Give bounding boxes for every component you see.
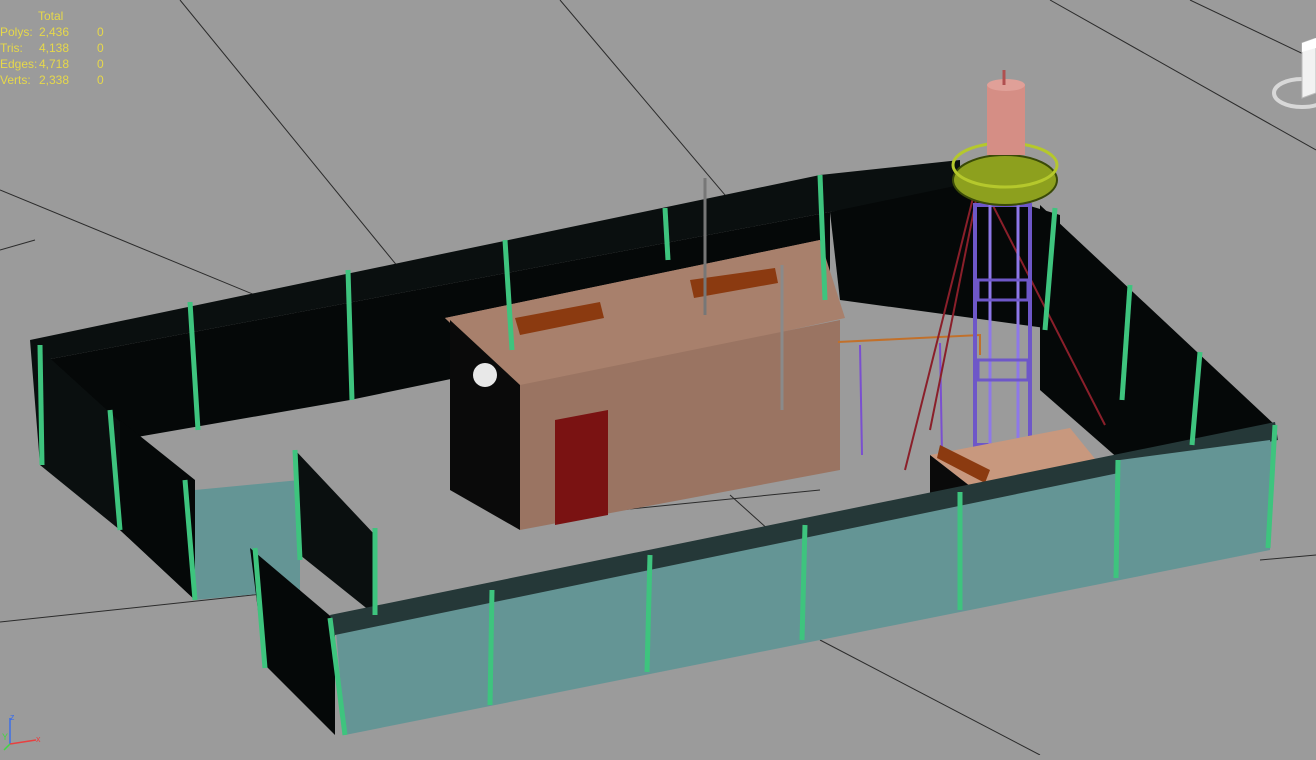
axis-y-line [3, 743, 11, 751]
scene-canvas[interactable] [0, 0, 1316, 756]
stats-row-polys: Polys: 2,436 0 [0, 24, 107, 40]
stats-total: 4,138 [39, 41, 70, 55]
stats-label: Edges: [0, 57, 38, 71]
axis-x-label: x [36, 734, 41, 744]
axis-z-label: z [10, 712, 15, 722]
stats-selected: 0 [97, 25, 104, 39]
stats-row-edges: Edges: 4,718 0 [0, 56, 107, 72]
tower-tank [987, 85, 1025, 155]
viewcube[interactable] [1272, 38, 1316, 128]
stats-header: Total [38, 9, 64, 23]
stats-label: Verts: [0, 73, 31, 87]
viewport-statistics: Total Polys: 2,436 0 Tris: 4,138 0 Edges… [0, 8, 107, 88]
building-lamp [473, 363, 497, 387]
axis-x-line [9, 739, 37, 745]
stats-label: Tris: [0, 41, 23, 55]
stats-row-tris: Tris: 4,138 0 [0, 40, 107, 56]
stats-row-verts: Verts: 2,338 0 [0, 72, 107, 88]
stats-total: 2,436 [39, 25, 70, 39]
axis-tripod: z x Y [2, 712, 41, 751]
stats-selected: 0 [97, 41, 104, 55]
3d-viewport[interactable]: Total Polys: 2,436 0 Tris: 4,138 0 Edges… [0, 0, 1316, 756]
stats-total: 2,338 [39, 73, 70, 87]
building-door[interactable] [555, 410, 608, 525]
stats-selected: 0 [97, 57, 104, 71]
stats-label: Polys: [0, 25, 33, 39]
stats-total: 4,718 [39, 57, 70, 71]
axis-y-label: Y [2, 732, 8, 742]
stats-selected: 0 [97, 73, 104, 87]
